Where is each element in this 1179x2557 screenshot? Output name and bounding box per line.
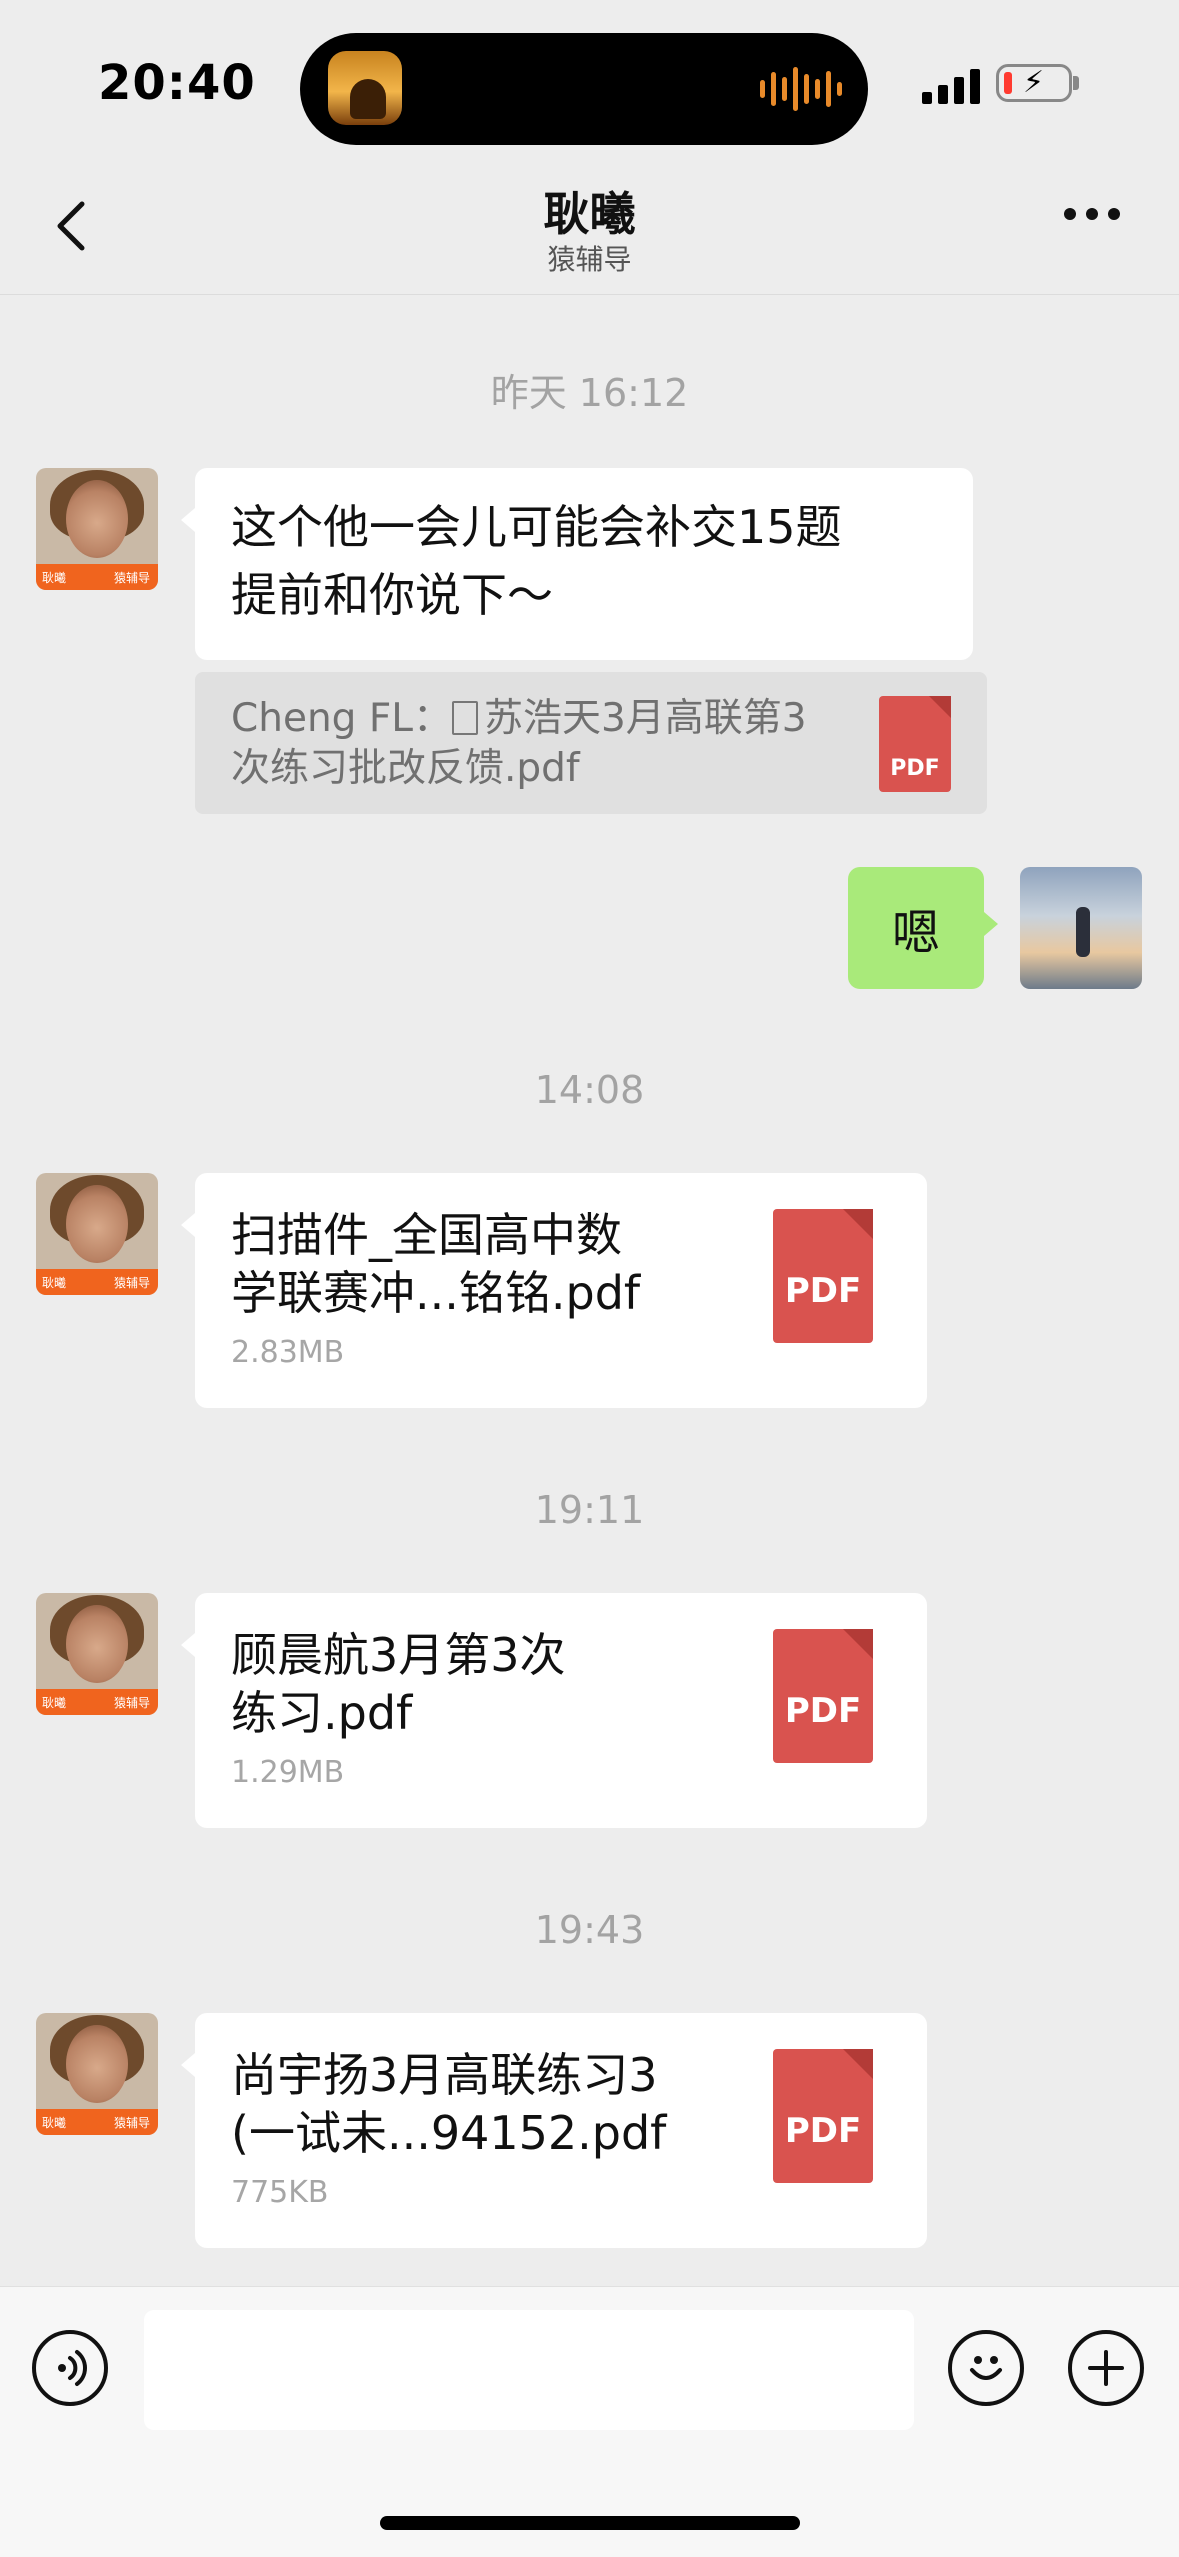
file-size: 1.29MB <box>231 1755 345 1790</box>
battery-tip <box>1073 76 1079 90</box>
message-text-line: 提前和你说下～ <box>231 568 553 622</box>
contact-avatar[interactable]: 耿曦 猿辅导 <box>36 468 158 590</box>
emoji-icon[interactable] <box>948 2330 1024 2406</box>
timestamp: 19:43 <box>534 1908 645 1952</box>
now-playing-app-icon <box>328 51 402 125</box>
chat-subtitle: 猿辅导 <box>547 243 632 276</box>
message-text-line: 这个他一会儿可能会补交15题 <box>231 500 842 554</box>
pdf-file-icon: PDF <box>773 1209 873 1343</box>
add-attachment-icon[interactable] <box>1068 2330 1144 2406</box>
file-name: 尚宇扬3月高联练习3 <box>231 2048 658 2102</box>
message-input[interactable] <box>144 2310 914 2430</box>
pdf-file-icon: PDF <box>773 2049 873 2183</box>
file-size: 775KB <box>231 2175 329 2210</box>
file-name: (一试未...94152.pdf <box>231 2106 667 2160</box>
more-options-icon[interactable] <box>1064 208 1120 220</box>
text-message-bubble[interactable]: 这个他一会儿可能会补交15题 提前和你说下～ <box>181 468 973 660</box>
chat-title: 耿曦 <box>543 187 636 241</box>
file-message-card[interactable]: 尚宇扬3月高联练习3 (一试未...94152.pdf 775KB PDF <box>181 2013 927 2248</box>
status-time: 20:40 <box>98 55 256 111</box>
document-icon <box>451 701 478 735</box>
file-name: 扫描件_全国高中数 <box>231 1208 622 1262</box>
message-text: 嗯 <box>891 905 940 961</box>
quote-file-name-cont: 次练习批改反馈.pdf <box>231 746 580 791</box>
battery-charging-icon: ⚡ <box>996 64 1072 102</box>
file-message-card[interactable]: 顾晨航3月第3次 练习.pdf 1.29MB PDF <box>181 1593 927 1828</box>
contact-avatar[interactable]: 耿曦 猿辅导 <box>36 1173 158 1295</box>
cellular-signal-icon <box>922 68 980 104</box>
file-size: 2.83MB <box>231 1335 345 1370</box>
pdf-file-icon: PDF <box>879 696 951 792</box>
timestamp: 19:11 <box>534 1488 645 1532</box>
dynamic-island[interactable] <box>300 33 868 145</box>
sent-message-bubble[interactable]: 嗯 <box>848 867 998 989</box>
home-indicator[interactable] <box>380 2516 800 2530</box>
quote-sender: Cheng FL： <box>231 696 452 741</box>
pdf-file-icon: PDF <box>773 1629 873 1763</box>
file-name: 学联赛冲...铭铭.pdf <box>231 1266 641 1320</box>
timestamp: 昨天 16:12 <box>490 371 689 415</box>
voice-input-icon[interactable] <box>32 2330 108 2406</box>
quoted-message[interactable]: Cheng FL： 苏浩天3月高联第3 次练习批改反馈.pdf PDF <box>195 672 987 814</box>
contact-avatar[interactable]: 耿曦 猿辅导 <box>36 2013 158 2135</box>
timestamp: 14:08 <box>534 1068 645 1112</box>
quote-file-name: 苏浩天3月高联第3 <box>483 696 807 741</box>
file-name: 顾晨航3月第3次 <box>231 1628 566 1682</box>
my-avatar[interactable] <box>1020 867 1142 989</box>
file-name: 练习.pdf <box>231 1686 413 1740</box>
file-message-card[interactable]: 扫描件_全国高中数 学联赛冲...铭铭.pdf 2.83MB PDF <box>181 1173 927 1408</box>
contact-avatar[interactable]: 耿曦 猿辅导 <box>36 1593 158 1715</box>
audio-waveform-icon <box>760 65 842 113</box>
